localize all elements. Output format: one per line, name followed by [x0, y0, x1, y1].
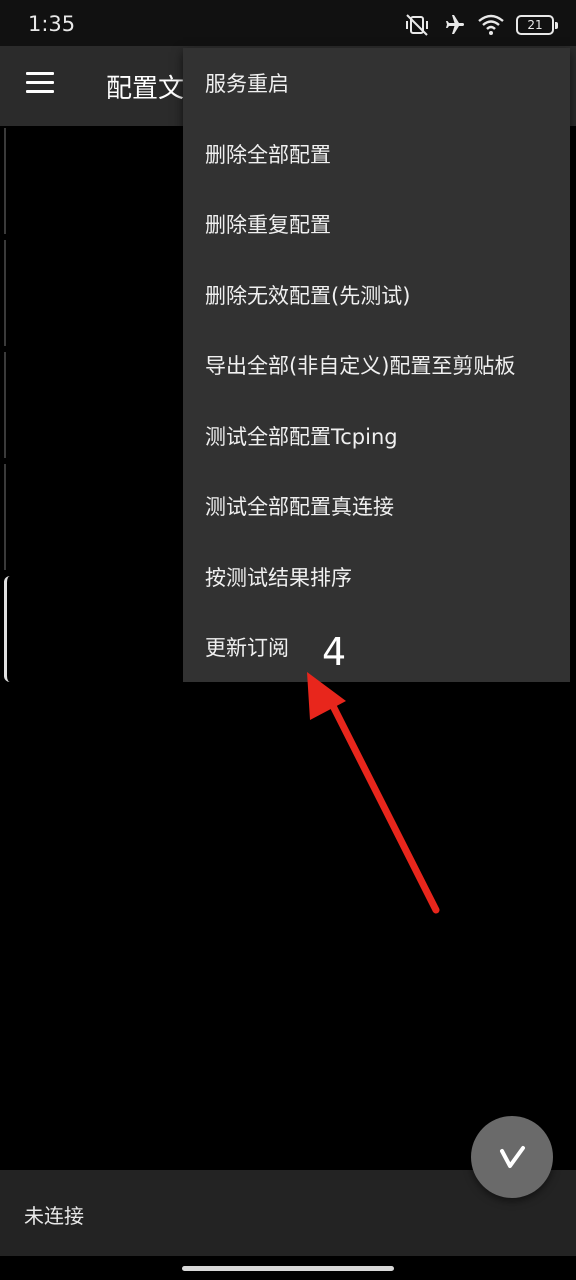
connect-fab-button[interactable] [471, 1116, 553, 1198]
connection-status: 未连接 [24, 1204, 84, 1228]
v-logo-icon [500, 1146, 525, 1168]
annotation-arrow-icon [307, 672, 440, 914]
home-indicator[interactable] [182, 1266, 394, 1271]
